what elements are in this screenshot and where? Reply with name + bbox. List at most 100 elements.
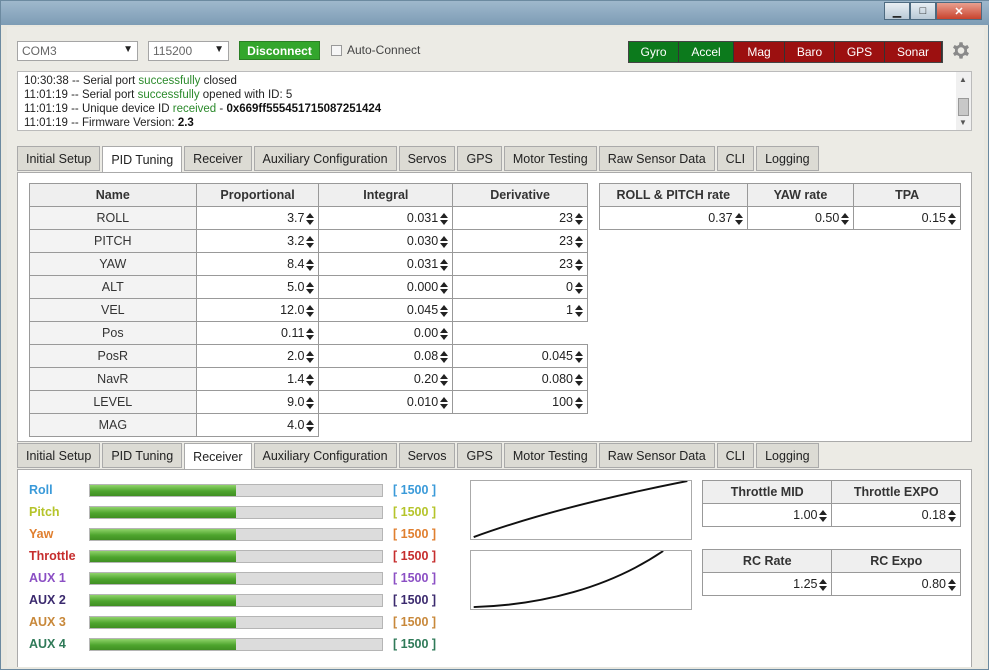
pid-d-input[interactable]: 100: [452, 390, 588, 414]
scroll-down-icon[interactable]: ▼: [959, 116, 967, 130]
throttle-input[interactable]: 1.00: [701, 503, 833, 527]
spinner-arrows-icon[interactable]: [575, 281, 583, 294]
spinner-arrows-icon[interactable]: [440, 350, 449, 363]
console-log[interactable]: 10:30:38 -- Serial port successfully clo…: [17, 71, 972, 131]
spinner-arrows-icon[interactable]: [440, 373, 449, 386]
spinner-arrows-icon[interactable]: [306, 235, 315, 248]
spinner-arrows-icon[interactable]: [819, 578, 828, 591]
spinner-arrows-icon[interactable]: [734, 212, 743, 225]
pid-p-input[interactable]: 9.0: [195, 390, 320, 414]
spinner-arrows-icon[interactable]: [948, 212, 956, 225]
log-scrollbar[interactable]: ▲ ▼: [956, 72, 971, 130]
tab-gps[interactable]: GPS: [457, 146, 502, 171]
spinner-arrows-icon[interactable]: [306, 258, 315, 271]
pid-i-input[interactable]: 0.010: [318, 390, 454, 414]
spinner-arrows-icon[interactable]: [440, 258, 449, 271]
spinner-arrows-icon[interactable]: [575, 212, 583, 225]
pid-d-input[interactable]: 23: [452, 252, 588, 276]
spinner-arrows-icon[interactable]: [575, 396, 583, 409]
pid-p-input[interactable]: 3.2: [195, 229, 320, 253]
pid-p-input[interactable]: 0.11: [195, 321, 320, 345]
spinner-arrows-icon[interactable]: [306, 327, 315, 340]
spinner-arrows-icon[interactable]: [306, 350, 315, 363]
spinner-arrows-icon[interactable]: [948, 509, 956, 522]
baud-select[interactable]: 115200 ▼: [148, 41, 229, 61]
title-bar[interactable]: ▁ □ ✕: [1, 1, 989, 25]
tab-pid-tuning[interactable]: PID Tuning: [102, 443, 183, 468]
tab-cli[interactable]: CLI: [716, 443, 755, 468]
pid-p-input[interactable]: 12.0: [195, 298, 320, 322]
tab-servos[interactable]: Servos: [398, 146, 456, 171]
maximize-button[interactable]: □: [910, 2, 936, 20]
rc-input[interactable]: 0.80: [831, 572, 961, 596]
pid-d-input[interactable]: 23: [452, 229, 588, 253]
pid-p-input[interactable]: 5.0: [195, 275, 320, 299]
spinner-arrows-icon[interactable]: [440, 212, 449, 225]
tab-motor-testing[interactable]: Motor Testing: [503, 443, 597, 468]
throttle-input[interactable]: 0.18: [831, 503, 961, 527]
spinner-arrows-icon[interactable]: [440, 235, 449, 248]
spinner-arrows-icon[interactable]: [575, 304, 583, 317]
rc-input[interactable]: 1.25: [701, 572, 833, 596]
pid-i-input[interactable]: 0.08: [318, 344, 454, 368]
gear-icon[interactable]: [950, 40, 972, 62]
spinner-arrows-icon[interactable]: [440, 327, 449, 340]
pid-d-input[interactable]: 23: [452, 206, 588, 230]
spinner-arrows-icon[interactable]: [841, 212, 850, 225]
spinner-arrows-icon[interactable]: [575, 350, 583, 363]
minimize-button[interactable]: ▁: [884, 2, 910, 20]
tab-auxiliary-configuration[interactable]: Auxiliary Configuration: [253, 146, 397, 171]
pid-p-input[interactable]: 1.4: [195, 367, 320, 391]
spinner-arrows-icon[interactable]: [819, 509, 828, 522]
spinner-arrows-icon[interactable]: [306, 396, 315, 409]
pid-i-input[interactable]: 0.031: [318, 206, 454, 230]
tab-logging[interactable]: Logging: [756, 146, 819, 171]
pid-i-input[interactable]: 0.000: [318, 275, 454, 299]
pid-d-input[interactable]: 0.045: [452, 344, 588, 368]
tab-initial-setup[interactable]: Initial Setup: [17, 443, 101, 468]
pid-p-input[interactable]: 3.7: [195, 206, 320, 230]
spinner-arrows-icon[interactable]: [575, 235, 583, 248]
spinner-arrows-icon[interactable]: [575, 258, 583, 271]
tab-servos[interactable]: Servos: [398, 443, 456, 468]
close-button[interactable]: ✕: [936, 2, 982, 20]
tab-initial-setup[interactable]: Initial Setup: [17, 146, 101, 171]
spinner-arrows-icon[interactable]: [948, 578, 956, 591]
spinner-arrows-icon[interactable]: [306, 419, 315, 432]
pid-p-input[interactable]: 4.0: [195, 413, 320, 437]
pid-i-input[interactable]: 0.00: [318, 321, 454, 345]
auto-connect-checkbox[interactable]: [331, 44, 342, 56]
spinner-arrows-icon[interactable]: [306, 212, 315, 225]
tab-gps[interactable]: GPS: [457, 443, 502, 468]
pid-i-input[interactable]: 0.031: [318, 252, 454, 276]
spinner-arrows-icon[interactable]: [306, 281, 315, 294]
port-select[interactable]: COM3 ▼: [17, 41, 138, 61]
rate-input[interactable]: 0.37: [599, 206, 748, 230]
spinner-arrows-icon[interactable]: [575, 373, 583, 386]
scroll-thumb[interactable]: [958, 98, 969, 116]
tab-logging[interactable]: Logging: [756, 443, 819, 468]
pid-i-input[interactable]: 0.20: [318, 367, 454, 391]
tab-raw-sensor-data[interactable]: Raw Sensor Data: [598, 443, 715, 468]
tab-pid-tuning[interactable]: PID Tuning: [102, 146, 183, 173]
scroll-up-icon[interactable]: ▲: [959, 73, 967, 87]
rate-input[interactable]: 0.15: [853, 206, 961, 230]
tab-receiver[interactable]: Receiver: [184, 443, 252, 470]
pid-d-input[interactable]: 1: [452, 298, 588, 322]
tab-receiver[interactable]: Receiver: [184, 146, 252, 171]
tab-cli[interactable]: CLI: [716, 146, 755, 171]
spinner-arrows-icon[interactable]: [306, 304, 315, 317]
pid-i-input[interactable]: 0.045: [318, 298, 454, 322]
rate-input[interactable]: 0.50: [746, 206, 855, 230]
pid-i-input[interactable]: 0.030: [318, 229, 454, 253]
auto-connect-toggle[interactable]: Auto-Connect: [331, 43, 420, 57]
pid-d-input[interactable]: 0.080: [452, 367, 588, 391]
spinner-arrows-icon[interactable]: [306, 373, 315, 386]
spinner-arrows-icon[interactable]: [440, 396, 449, 409]
pid-p-input[interactable]: 2.0: [195, 344, 320, 368]
tab-auxiliary-configuration[interactable]: Auxiliary Configuration: [253, 443, 397, 468]
spinner-arrows-icon[interactable]: [440, 281, 449, 294]
tab-raw-sensor-data[interactable]: Raw Sensor Data: [598, 146, 715, 171]
pid-d-input[interactable]: 0: [452, 275, 588, 299]
disconnect-button[interactable]: Disconnect: [239, 41, 320, 60]
